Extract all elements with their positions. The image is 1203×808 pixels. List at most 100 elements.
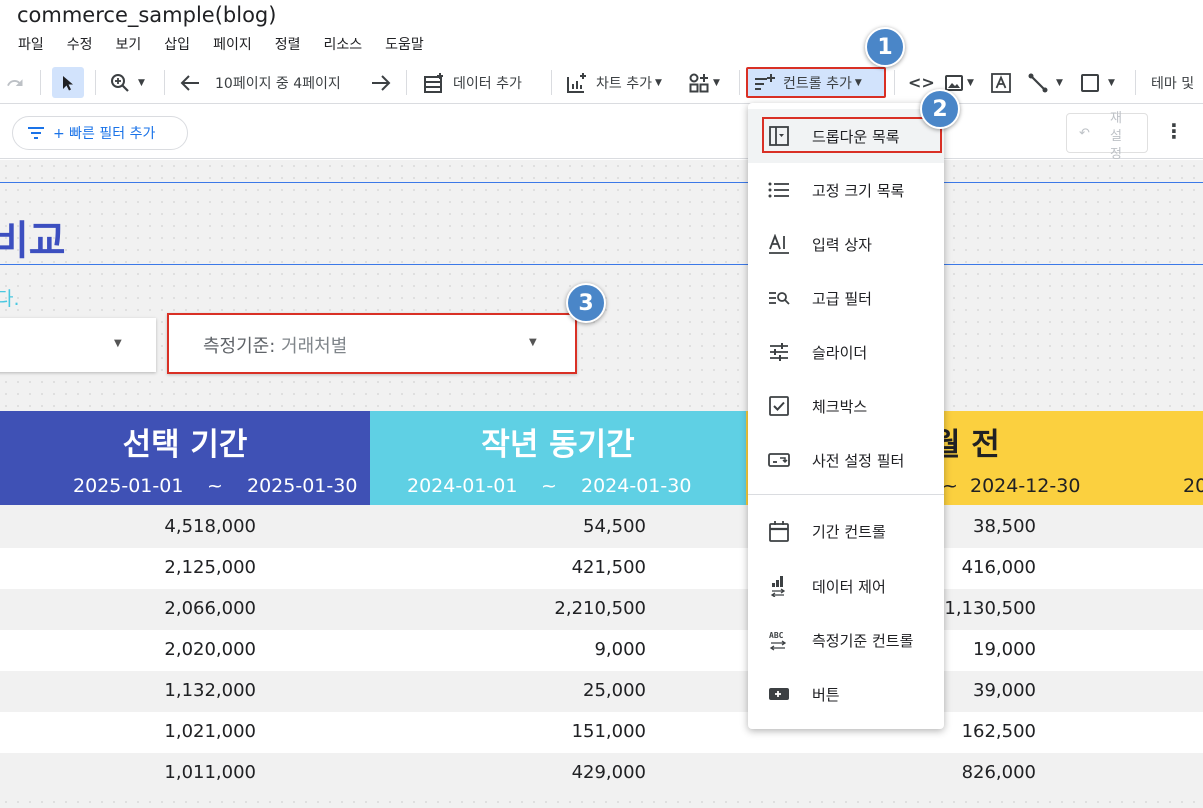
add-chart-button[interactable]: 차트 추가 ▼ <box>566 61 662 104</box>
add-data-button[interactable]: 데이터 추가 <box>423 61 522 104</box>
report-description[interactable]: 다. <box>0 284 20 311</box>
button-icon <box>768 683 790 705</box>
more-options-icon[interactable]: ⋮ <box>1164 119 1184 143</box>
add-component-icon <box>688 72 710 94</box>
menu-item-preset-filter[interactable]: 사전 설정 필터 <box>748 433 944 487</box>
table-row[interactable]: 1,011,000 429,000 826,000 <box>0 753 1203 794</box>
zoom-in-icon <box>110 73 130 93</box>
add-control-button[interactable]: 컨트롤 추가 ▼ <box>746 67 886 98</box>
header-start-date: 2025-01-01 <box>73 475 184 497</box>
menu-edit[interactable]: 수정 <box>67 34 93 54</box>
toolbar-divider <box>40 70 41 95</box>
line-button[interactable]: ▼ <box>1028 61 1063 104</box>
menu-item-label: 체크박스 <box>812 397 868 416</box>
slider-icon <box>768 341 790 363</box>
reset-button[interactable]: ↶ 재설정 <box>1066 111 1148 162</box>
page-indicator: 10페이지 중 4페이지 <box>215 75 341 92</box>
table-cell: 826,000 <box>961 762 1036 783</box>
header-selected-period[interactable]: 선택 기간 2025-01-01 ~ 2025-01-30 <box>0 411 370 505</box>
menu-item-fixed-list[interactable]: 고정 크기 목록 <box>748 163 944 217</box>
text-box-button[interactable] <box>991 61 1011 104</box>
metric-dropdown-label: 측정기준: <box>203 336 276 357</box>
table-cell: 38,500 <box>973 516 1036 537</box>
table-cell: 416,000 <box>961 557 1036 578</box>
cursor-icon <box>61 75 75 91</box>
line-icon <box>1028 73 1048 93</box>
menu-insert[interactable]: 삽입 <box>164 34 190 54</box>
undo-icon: ↶ <box>1079 126 1090 141</box>
menu-item-label: 측정기준 컨트롤 <box>812 631 914 650</box>
menu-resource[interactable]: 리소스 <box>323 34 362 54</box>
header-last-year-period[interactable]: 작년 동기간 2024-01-01 ~ 2024-01-30 <box>370 411 746 505</box>
add-data-label: 데이터 추가 <box>453 75 522 92</box>
header-start-date: 2024-01-01 <box>407 475 518 497</box>
add-chart-label: 차트 추가 <box>596 75 652 92</box>
theme-layout-button[interactable]: 테마 및 <box>1151 61 1194 104</box>
preset-filter-icon <box>768 449 790 471</box>
menu-item-dimension-control[interactable]: ABC 측정기준 컨트롤 <box>748 613 944 667</box>
step-badge-2: 2 <box>920 89 960 129</box>
add-control-icon <box>754 73 776 93</box>
table-row[interactable]: 2,020,000 9,000 19,000 <box>0 630 1203 671</box>
menu-item-input-box[interactable]: 입력 상자 <box>748 217 944 271</box>
toolbar: ▼ 10페이지 중 4페이지 데이터 추가 차트 추가 ▼ ▼ 컨트롤 추가 ▼… <box>0 61 1203 104</box>
quick-filter-label: + 빠른 필터 추가 <box>53 126 156 142</box>
arrow-right-icon <box>371 74 391 92</box>
table-row[interactable]: 2,125,000 421,500 416,000 <box>0 548 1203 589</box>
period-dropdown[interactable]: ▼ <box>0 318 156 372</box>
table-row[interactable]: 2,066,000 2,210,500 1,130,500 <box>0 589 1203 630</box>
table-cell: 1,011,000 <box>164 762 256 783</box>
redo-icon[interactable] <box>6 61 24 104</box>
metric-dropdown-text: 측정기준: 거래처별 <box>203 332 347 358</box>
table-cell: 1,130,500 <box>944 598 1036 619</box>
table-row[interactable]: 4,518,000 54,500 38,500 <box>0 507 1203 548</box>
prev-page-button[interactable] <box>180 61 200 104</box>
header-date-separator: ~ <box>541 475 557 497</box>
menu-item-button[interactable]: 버튼 <box>748 667 944 721</box>
next-page-button[interactable] <box>371 61 391 104</box>
arrow-left-icon <box>180 74 200 92</box>
menu-page[interactable]: 페이지 <box>213 34 252 54</box>
menu-file[interactable]: 파일 <box>18 34 44 54</box>
menu-bar: 파일 수정 보기 삽입 페이지 정렬 리소스 도움말 <box>18 34 447 54</box>
metric-dropdown[interactable]: 측정기준: 거래처별 ▼ <box>167 313 577 374</box>
table-cell: 421,500 <box>571 557 646 578</box>
dimension-control-icon: ABC <box>768 629 790 651</box>
table-row[interactable]: 1,132,000 25,000 39,000 <box>0 671 1203 712</box>
table-cell: 9,000 <box>594 639 646 660</box>
menu-item-label: 고정 크기 목록 <box>812 181 905 200</box>
table-cell: 1,132,000 <box>164 680 256 701</box>
dropdown-list-highlight <box>762 117 942 153</box>
table-cell: 429,000 <box>571 762 646 783</box>
toolbar-divider <box>739 70 740 95</box>
menu-arrange[interactable]: 정렬 <box>275 34 301 54</box>
filter-icon <box>27 126 45 140</box>
table-row[interactable]: 1,021,000 151,000 162,500 <box>0 712 1203 753</box>
header-title: 선택 기간 <box>122 427 248 463</box>
quick-filter-button[interactable]: + 빠른 필터 추가 <box>12 116 188 150</box>
shape-button[interactable]: ▼ <box>1080 61 1115 104</box>
menu-item-slider[interactable]: 슬라이더 <box>748 325 944 379</box>
advanced-filter-icon <box>768 287 790 309</box>
header-date-separator: ~ <box>207 475 223 497</box>
chevron-down-icon: ▼ <box>654 77 662 88</box>
menu-item-data-control[interactable]: 데이터 제어 <box>748 559 944 613</box>
dropdown-arrow-icon: ▼ <box>114 338 122 349</box>
menu-view[interactable]: 보기 <box>116 34 142 54</box>
header-end-date: 2024-12-30 <box>970 475 1081 497</box>
header-end-date: 2025-01-30 <box>247 475 358 497</box>
table-cell: 2,020,000 <box>164 639 256 660</box>
menu-item-checkbox[interactable]: 체크박스 <box>748 379 944 433</box>
document-title[interactable]: commerce_sample(blog) <box>17 3 276 27</box>
metric-dropdown-value: 거래처별 <box>281 336 348 357</box>
zoom-button[interactable]: ▼ <box>110 61 145 104</box>
guide-line <box>0 264 1203 265</box>
menu-item-date-range[interactable]: 기간 컨트롤 <box>748 504 944 558</box>
menu-help[interactable]: 도움말 <box>385 34 424 54</box>
add-component-button[interactable]: ▼ <box>688 61 720 104</box>
report-heading[interactable]: 비교 <box>0 208 66 266</box>
table-cell: 162,500 <box>961 721 1036 742</box>
menu-item-advanced-filter[interactable]: 고급 필터 <box>748 271 944 325</box>
select-tool-button[interactable] <box>52 67 84 98</box>
dropdown-arrow-icon: ▼ <box>529 337 537 348</box>
